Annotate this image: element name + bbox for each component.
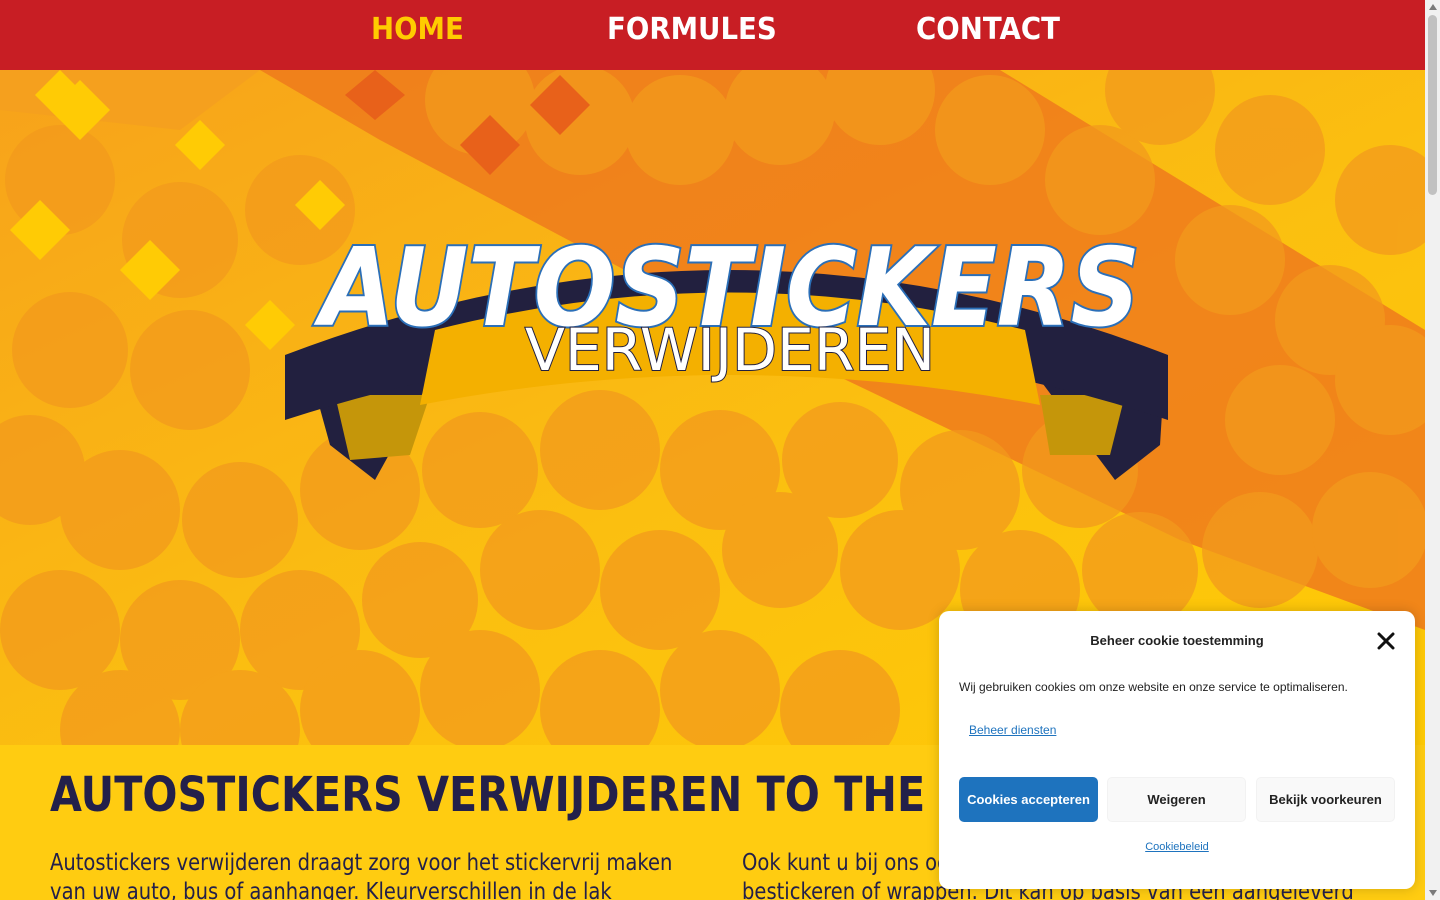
top-navigation: HOME FORMULES CONTACT <box>0 0 1425 70</box>
cookie-policy-link[interactable]: Cookiebeleid <box>949 841 1405 853</box>
accept-cookies-button[interactable]: Cookies accepteren <box>959 777 1098 822</box>
nav-contact[interactable]: CONTACT <box>916 12 1060 47</box>
ribbon-left-fold <box>335 395 430 460</box>
close-icon[interactable] <box>1376 631 1396 651</box>
scroll-down-arrow-icon[interactable] <box>1429 890 1437 896</box>
page-scrollbar[interactable] <box>1425 0 1440 900</box>
deny-cookies-button[interactable]: Weigeren <box>1107 777 1246 822</box>
intro-text-left: Autostickers verwijderen draagt zorg voo… <box>50 850 673 900</box>
scroll-up-arrow-icon[interactable] <box>1429 4 1437 10</box>
ribbon-right-fold <box>1040 395 1125 455</box>
nav-home[interactable]: HOME <box>371 12 464 47</box>
manage-services-link[interactable]: Beheer diensten <box>969 723 1056 737</box>
autostickers-logo: AUTOSTICKERS VERWIJDEREN <box>285 224 1168 480</box>
scrollbar-thumb[interactable] <box>1428 15 1437 195</box>
cookie-consent-dialog: Beheer cookie toestemming Wij gebruiken … <box>939 611 1415 889</box>
view-preferences-button[interactable]: Bekijk voorkeuren <box>1256 777 1395 822</box>
nav-formules[interactable]: FORMULES <box>607 12 777 47</box>
cookie-dialog-text: Wij gebruiken cookies om onze website en… <box>959 680 1348 694</box>
logo-bottom-text: VERWIJDEREN <box>525 316 935 384</box>
cookie-dialog-title: Beheer cookie toestemming <box>1090 633 1264 648</box>
